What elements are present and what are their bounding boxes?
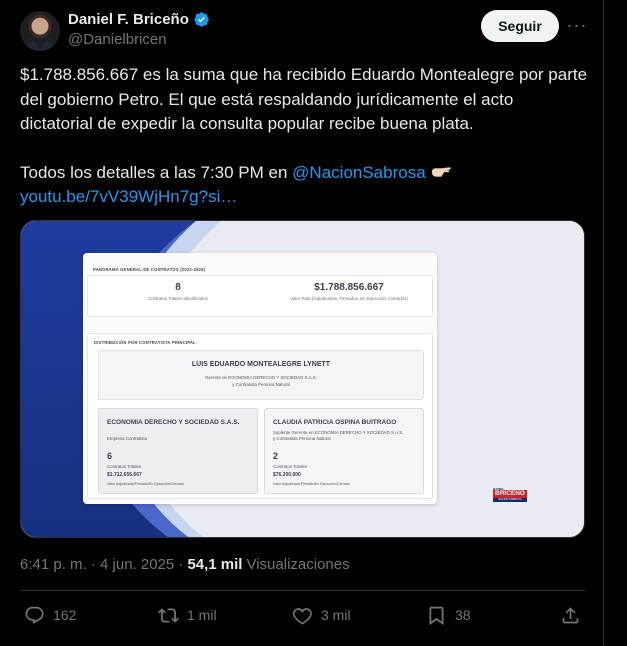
distribution-box: DISTRIBUCIÓN POR CONTRATISTA PRINCIPAL L… — [87, 333, 433, 499]
left-count-label: Contratos Totales — [107, 464, 142, 469]
kpi-contracts-label: Contratos Totales Identificados — [148, 296, 208, 301]
section-distribution-title: DISTRIBUCIÓN POR CONTRATISTA PRINCIPAL — [94, 340, 196, 345]
repost-icon — [158, 607, 179, 623]
left-amount-label: Valor Adjudicado/Firmado/En Ejecución/Ce… — [107, 482, 184, 486]
author-display-name[interactable]: Daniel F. Briceño — [68, 11, 189, 28]
avatar[interactable] — [20, 11, 60, 51]
more-options-icon[interactable]: ··· — [566, 14, 588, 36]
action-bar: 162 1 mil 3 mil 38 — [20, 600, 590, 630]
views-count: 54,1 mil — [187, 556, 243, 573]
author-handle[interactable]: @Danielbricen — [68, 31, 167, 48]
right-contractor-role-1: Suplente Gerente en ECONOMIA DERECHO Y S… — [273, 430, 404, 435]
left-contractor-title: ECONOMIA DERECHO Y SOCIEDAD S.A.S. — [107, 419, 240, 426]
tweet-container: Daniel F. Briceño @Danielbricen Seguir ·… — [0, 0, 604, 646]
bookmark-icon — [429, 606, 444, 625]
kpi-total-label: Valor Total (Adjudicados, Firmados, En E… — [290, 296, 408, 301]
verified-badge-icon — [194, 12, 209, 27]
left-contractor-role: Empresa Contratista — [107, 436, 148, 441]
reply-icon — [25, 606, 44, 624]
right-contract-count: 2 — [273, 451, 279, 461]
logo-main-text: BRICEÑO — [493, 490, 527, 498]
like-count: 3 mil — [321, 607, 351, 623]
dashboard-card: PANORAMA GENERAL DE CONTRATOS (2022-2025… — [83, 253, 437, 504]
kpi-total-value: $1.788.856.667 — [314, 282, 384, 293]
bookmark-count: 38 — [455, 607, 471, 623]
contractor-card-left: ECONOMIA DERECHO Y SOCIEDAD S.A.S. Empre… — [98, 408, 258, 494]
pointing-hand-emoji-icon — [432, 166, 452, 177]
left-contract-count: 6 — [107, 451, 113, 461]
follow-button[interactable]: Seguir — [481, 10, 559, 42]
like-button[interactable]: 3 mil — [292, 600, 351, 630]
bookmark-button[interactable]: 38 — [426, 600, 471, 630]
right-amount: $76.200.000 — [273, 472, 301, 478]
right-amount-label: Valor Adjudicado/Firmado/En Ejecución/Ce… — [273, 482, 350, 486]
tweet-text: $1.788.856.667 es la suma que ha recibid… — [20, 63, 590, 210]
reply-button[interactable]: 162 — [24, 600, 76, 630]
kpi-contracts-value: 8 — [175, 282, 181, 293]
mention-link[interactable]: @NacionSabrosa — [292, 163, 426, 182]
right-contractor-title: CLAUDIA PATRICIA OSPINA BUITRAGO — [273, 419, 397, 426]
logo-bottom-text: NACIÓN SABROSA — [493, 498, 527, 502]
youtube-link[interactable]: youtu.be/7vV39WjHn7g?si… — [20, 187, 237, 206]
repost-button[interactable]: 1 mil — [158, 600, 217, 630]
section-overview-title: PANORAMA GENERAL DE CONTRATOS (2022-2025… — [93, 267, 206, 272]
share-button[interactable] — [560, 600, 581, 630]
heart-icon — [292, 607, 312, 625]
tweet-meta: 6:41 p. m. · 4 jun. 2025 · 54,1 mil Visu… — [20, 556, 350, 573]
reply-count: 162 — [53, 607, 77, 623]
divider — [20, 590, 585, 591]
briceno-logo: DANIEL BRICEÑO NACIÓN SABROSA — [493, 487, 527, 503]
main-contractor-card: LUIS EDUARDO MONTEALEGRE LYNETT Gerente … — [98, 350, 424, 400]
views-label: Visualizaciones — [246, 556, 350, 573]
tweet-paragraph-2-text: Todos los detalles a las 7:30 PM en — [20, 162, 293, 182]
right-count-label: Contratos Totales — [273, 464, 308, 469]
tweet-paragraph-2: Todos los detalles a las 7:30 PM en @Nac… — [20, 161, 590, 186]
share-icon — [562, 606, 579, 623]
repost-count: 1 mil — [187, 607, 217, 623]
main-contractor-name: LUIS EDUARDO MONTEALEGRE LYNETT — [191, 361, 331, 368]
main-contractor-role-2: y Contratista Persona Natural — [232, 382, 290, 387]
main-contractor-role-1: Gerente de ECONOMIA DERECHO Y SOCIEDAD S… — [205, 375, 317, 380]
right-contractor-role-2: y Contratista Persona Natural — [273, 436, 331, 441]
author-name-row[interactable]: Daniel F. Briceño — [68, 11, 210, 28]
contractor-card-right: CLAUDIA PATRICIA OSPINA BUITRAGO Suplent… — [264, 408, 424, 494]
timestamp[interactable]: 6:41 p. m. · 4 jun. 2025 · — [20, 556, 183, 573]
left-amount: $1.712.656.667 — [107, 472, 142, 478]
tweet-paragraph-1: $1.788.856.667 es la suma que ha recibid… — [20, 65, 588, 133]
kpi-box: 8 Contratos Totales Identificados $1.788… — [87, 275, 433, 317]
media-image[interactable]: PANORAMA GENERAL DE CONTRATOS (2022-2025… — [20, 220, 585, 538]
